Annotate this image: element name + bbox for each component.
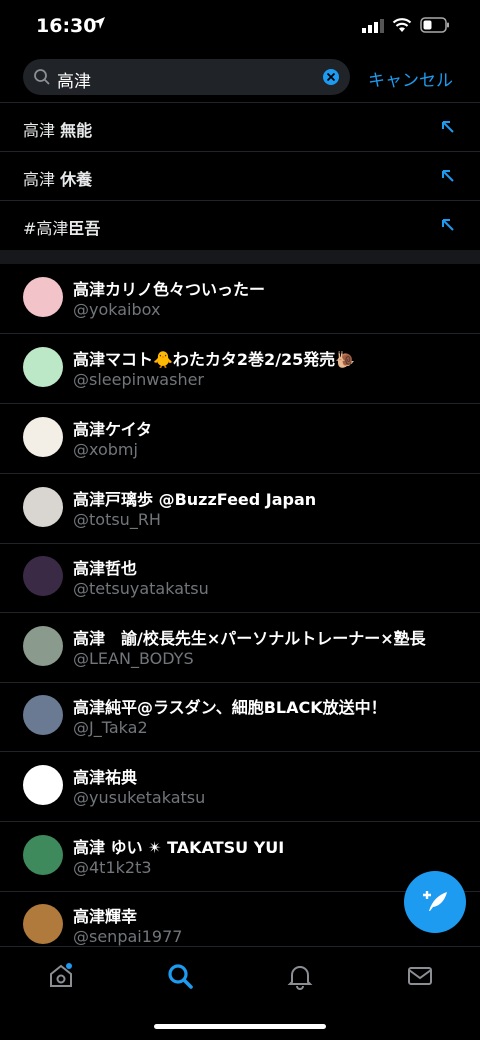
search-query: 高津	[57, 72, 91, 92]
cancel-button[interactable]: キャンセル	[368, 66, 453, 91]
user-handle: @sleepinwasher	[73, 370, 204, 389]
home-indicator	[154, 1024, 326, 1029]
user-handle: @yokaibox	[73, 300, 161, 319]
mail-icon[interactable]	[406, 962, 434, 990]
user-display-name: 高津哲也	[73, 559, 138, 578]
location-arrow-icon	[93, 17, 105, 29]
user-result-row[interactable]: 高津純平@ラスダン、細胞BLACK放送中！ @J_Taka2	[0, 682, 480, 752]
user-display-name: 高津カリノ色々ついったー	[73, 280, 266, 299]
user-display-name: 高津 諭/校長先生×パーソナルトレーナー×塾長	[73, 629, 426, 648]
avatar[interactable]	[23, 835, 63, 875]
user-display-name: 高津純平@ラスダン、細胞BLACK放送中！	[73, 698, 387, 717]
user-result-row[interactable]: 高津ケイタ @xobmj	[0, 404, 480, 474]
battery-icon	[420, 17, 449, 33]
avatar[interactable]	[23, 277, 63, 317]
user-result-row[interactable]: 高津祐典 @yusuketakatsu	[0, 752, 480, 822]
section-divider	[0, 250, 480, 264]
user-display-name: 高津輝幸	[73, 907, 138, 926]
user-result-row[interactable]: 高津カリノ色々ついったー @yokaibox	[0, 264, 480, 334]
suggestion-label: #高津臣吾	[23, 219, 101, 238]
status-bar: 16:30	[0, 0, 480, 54]
user-handle: @xobmj	[73, 440, 138, 459]
avatar[interactable]	[23, 556, 63, 596]
clear-search-button[interactable]	[323, 69, 339, 85]
avatar[interactable]	[23, 626, 63, 666]
search-suggestion[interactable]: 高津 無能	[0, 102, 480, 152]
avatar[interactable]	[23, 695, 63, 735]
user-result-row[interactable]: 高津 ゆい ✴︎ TAKATSU YUI @4t1k2t3	[0, 822, 480, 892]
user-handle: @totsu_RH	[73, 510, 161, 529]
user-result-row[interactable]: 高津哲也 @tetsuyatakatsu	[0, 543, 480, 613]
user-handle: @J_Taka2	[73, 718, 148, 737]
bell-icon[interactable]	[286, 962, 314, 990]
fill-query-arrow-icon[interactable]	[441, 169, 455, 183]
user-result-row[interactable]: 高津 諭/校長先生×パーソナルトレーナー×塾長 @LEAN_BODYS	[0, 613, 480, 683]
user-handle: @tetsuyatakatsu	[73, 579, 209, 598]
avatar[interactable]	[23, 765, 63, 805]
user-handle: @yusuketakatsu	[73, 788, 206, 807]
search-icon	[34, 69, 50, 85]
cellular-signal-icon	[362, 19, 384, 33]
home-icon[interactable]	[47, 962, 75, 990]
status-time: 16:30	[36, 15, 97, 37]
avatar[interactable]	[23, 417, 63, 457]
user-display-name: 高津マコト🐥わたカタ2巻2/25発売🐌	[73, 350, 356, 369]
user-result-row[interactable]: 高津マコト🐥わたカタ2巻2/25発売🐌 @sleepinwasher	[0, 334, 480, 404]
avatar[interactable]	[23, 487, 63, 527]
search-icon[interactable]	[166, 962, 194, 990]
user-handle: @senpai1977	[73, 927, 183, 946]
user-display-name: 高津 ゆい ✴︎ TAKATSU YUI	[73, 838, 285, 857]
user-display-name: 高津祐典	[73, 768, 138, 787]
user-display-name: 高津ケイタ	[73, 420, 153, 439]
search-suggestion[interactable]: 高津 休養	[0, 151, 480, 201]
user-handle: @LEAN_BODYS	[73, 649, 194, 668]
avatar[interactable]	[23, 347, 63, 387]
suggestion-label: 高津 無能	[23, 121, 93, 140]
user-handle: @4t1k2t3	[73, 858, 152, 877]
close-icon	[327, 73, 335, 81]
search-input[interactable]: 高津	[23, 59, 350, 95]
avatar[interactable]	[23, 904, 63, 944]
user-result-row[interactable]: 高津戸璃歩 @BuzzFeed Japan @totsu_RH	[0, 474, 480, 544]
fill-query-arrow-icon[interactable]	[441, 218, 455, 232]
compose-tweet-button[interactable]	[404, 871, 466, 933]
search-suggestion[interactable]: #高津臣吾	[0, 200, 480, 250]
user-display-name: 高津戸璃歩 @BuzzFeed Japan	[73, 490, 317, 509]
suggestion-label: 高津 休養	[23, 170, 93, 189]
compose-feather-icon	[423, 891, 447, 911]
wifi-icon	[392, 18, 412, 32]
fill-query-arrow-icon[interactable]	[441, 120, 455, 134]
